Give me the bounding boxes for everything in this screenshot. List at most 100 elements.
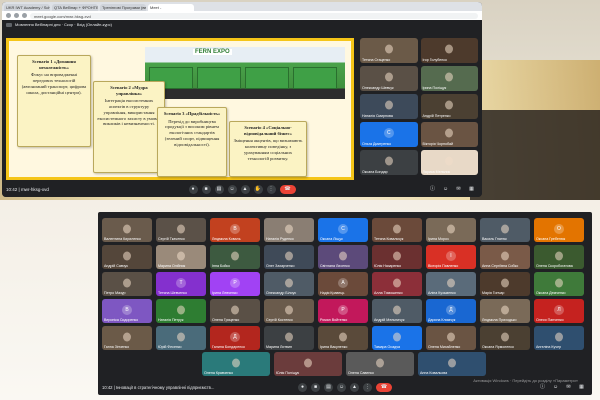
participant-tile[interactable]: Василь Гнатюк	[480, 218, 530, 242]
participant-tile[interactable]: B Вероніка Сидоренко	[102, 299, 152, 323]
participant-name: Алла Тимошенко	[374, 291, 403, 295]
forward-icon[interactable]	[14, 13, 19, 18]
leave-call-button[interactable]: ☎	[376, 383, 392, 392]
participant-tile[interactable]: Олександр Білоус	[264, 272, 314, 296]
camera-icon[interactable]: ■	[311, 383, 320, 392]
back-icon[interactable]	[6, 13, 11, 18]
participant-tile[interactable]: Андрій Мельничук	[372, 299, 422, 323]
participant-tile[interactable]: Валентина Кириленко	[102, 218, 152, 242]
participant-tile[interactable]: I Вікторія Павленко	[426, 245, 476, 269]
participant-tile[interactable]: Тетяна Стаценко	[360, 38, 418, 63]
participant-tile[interactable]: Марія Гончар	[480, 272, 530, 296]
participant-tile[interactable]: Наталія Руденко	[264, 218, 314, 242]
participant-tile[interactable]: P Роман Войтенко	[318, 299, 368, 323]
participant-tile[interactable]: Анна Сергіївна Собко	[480, 245, 530, 269]
info-icon[interactable]: ⓘ	[428, 185, 437, 194]
participant-tile[interactable]: Юрій Фесенко	[156, 326, 206, 350]
activities-icon[interactable]: ▦	[577, 383, 586, 392]
participant-tile[interactable]: P Ірина Левченко	[210, 272, 260, 296]
leave-call-button[interactable]: ☎	[279, 184, 296, 194]
captions-icon[interactable]: ▤	[214, 184, 224, 194]
url-field[interactable]: meet.google.com/mwr-hksg-xvd	[30, 12, 478, 19]
chat-icon[interactable]: ✉	[454, 185, 463, 194]
browser-tab-active[interactable]: Meet -	[148, 4, 194, 11]
participant-tile[interactable]: Андрій Савчук	[102, 245, 152, 269]
participant-tile[interactable]: Наталія Петрук	[156, 299, 206, 323]
browser-tab[interactable]: QTA Вебінар + ФРОНТЕКС (1)	[52, 4, 98, 11]
participant-tile[interactable]: O Оксана Гребенюк	[534, 218, 584, 242]
raise-hand-icon[interactable]: ✋	[253, 184, 263, 194]
more-options-icon[interactable]: ⋮	[266, 184, 276, 194]
participant-tile[interactable]: Андрій Петренко	[420, 94, 478, 119]
participant-tile[interactable]: Д Галина Бондаренко	[210, 326, 260, 350]
participant-tile[interactable]: Оксана Бондар	[360, 150, 418, 175]
participant-tile[interactable]: Сергій Ткаченко	[156, 218, 206, 242]
participant-tile[interactable]: С Оксана Ліщук	[318, 218, 368, 242]
participant-tile[interactable]: Д Дарина Климчук	[426, 299, 476, 323]
participant-tile[interactable]: Наталія Смирнова	[360, 94, 418, 119]
participant-video-icon	[177, 332, 185, 342]
participant-tile[interactable]: Юлія Назаренко	[372, 245, 422, 269]
present-icon[interactable]: ▲	[240, 184, 250, 194]
participant-video-icon	[384, 156, 393, 166]
participant-tile[interactable]: Ангеліна Кучер	[534, 326, 584, 350]
people-icon[interactable]: ☺	[441, 185, 450, 194]
participant-tile[interactable]: Інна Бойко	[210, 245, 260, 269]
activities-icon[interactable]: ▦	[467, 185, 476, 194]
participant-name: Ірина Мороз	[428, 237, 449, 241]
participant-tile[interactable]: С Ольга Дмитренко	[360, 122, 418, 147]
participant-tile[interactable]: Юлія Поліщук	[274, 352, 342, 376]
participant-tile[interactable]: Світлана Лисенко	[318, 245, 368, 269]
reload-icon[interactable]	[22, 13, 27, 18]
participant-tile[interactable]: Петро Мазур	[102, 272, 152, 296]
browser-tab[interactable]: UKR IWT Academy / Sched...	[4, 4, 50, 11]
participant-name: Марина Литвин	[266, 345, 292, 349]
present-icon[interactable]: ▲	[350, 383, 359, 392]
mic-icon[interactable]: ●	[188, 184, 198, 194]
participant-tile[interactable]: Алла Тимошенко	[372, 272, 422, 296]
participant-tile[interactable]: Людмила Приходько	[480, 299, 530, 323]
participant-name: Людмила Коваль	[212, 237, 241, 241]
participant-tile[interactable]: Тетяна Ковальчук	[372, 218, 422, 242]
participant-tile[interactable]: Ірина Вакуленко	[318, 326, 368, 350]
participant-tile[interactable]: Анна Ковальова	[418, 352, 486, 376]
chat-icon[interactable]: ✉	[564, 383, 573, 392]
participant-tile[interactable]: Оксана Ярмоленко	[480, 326, 530, 350]
participant-tile[interactable]: Сергій Костенко	[264, 299, 314, 323]
people-icon[interactable]: ☺	[551, 383, 560, 392]
participant-tile[interactable]: Ірина Поліщук	[420, 66, 478, 91]
participant-tile[interactable]: Олена Михайленко	[426, 326, 476, 350]
participant-tile[interactable]: Олена Кравченко	[202, 352, 270, 376]
participant-tile[interactable]: Ганна Зінченко	[102, 326, 152, 350]
participant-video-icon	[445, 128, 454, 138]
camera-icon[interactable]: ■	[201, 184, 211, 194]
scenario-title: Scenario 1 «Домашня незалежність»	[32, 59, 76, 70]
browser-tab[interactable]: Тренінгові Програми (вебінари)	[100, 4, 146, 11]
participant-tile[interactable]: Аліна Кузьменко	[426, 272, 476, 296]
more-options-icon[interactable]: ⋮	[363, 383, 372, 392]
avatar: O	[554, 223, 564, 234]
participant-tile[interactable]: A Надія Кравець	[318, 272, 368, 296]
participant-tile[interactable]: Олег Захарченко	[264, 245, 314, 269]
info-icon[interactable]: ⓘ	[538, 383, 547, 392]
participant-tile[interactable]: Вікторія Чорнобай	[420, 122, 478, 147]
participant-tile[interactable]: Марина Олійник	[156, 245, 206, 269]
participant-tile[interactable]: Л Олеся Панченко	[534, 299, 584, 323]
participant-tile[interactable]: Оксана Демченко	[534, 272, 584, 296]
participant-tile[interactable]: Олена Скоробогатова	[534, 245, 584, 269]
emoji-icon[interactable]: ☺	[337, 383, 346, 392]
participant-tile[interactable]: Тамара Осадча	[372, 326, 422, 350]
participant-tile[interactable]: Олена Савенко	[346, 352, 414, 376]
participant-video-icon	[447, 224, 455, 234]
participant-tile[interactable]: В Людмила Коваль	[210, 218, 260, 242]
participant-tile[interactable]: T Тетяна Шевченко	[156, 272, 206, 296]
participant-tile[interactable]: Ігор Голубенко	[420, 38, 478, 63]
participant-tile[interactable]: Олена Гриценко	[210, 299, 260, 323]
mic-icon[interactable]: ●	[298, 383, 307, 392]
participant-tile[interactable]: Олександр Шевчук	[360, 66, 418, 91]
emoji-icon[interactable]: ☺	[227, 184, 237, 194]
participant-tile[interactable]: Ірина Мороз	[426, 218, 476, 242]
captions-icon[interactable]: ▤	[324, 383, 333, 392]
participant-tile[interactable]: Марина Литвин	[264, 326, 314, 350]
participant-tile[interactable]: Лариса Мельник	[420, 150, 478, 175]
